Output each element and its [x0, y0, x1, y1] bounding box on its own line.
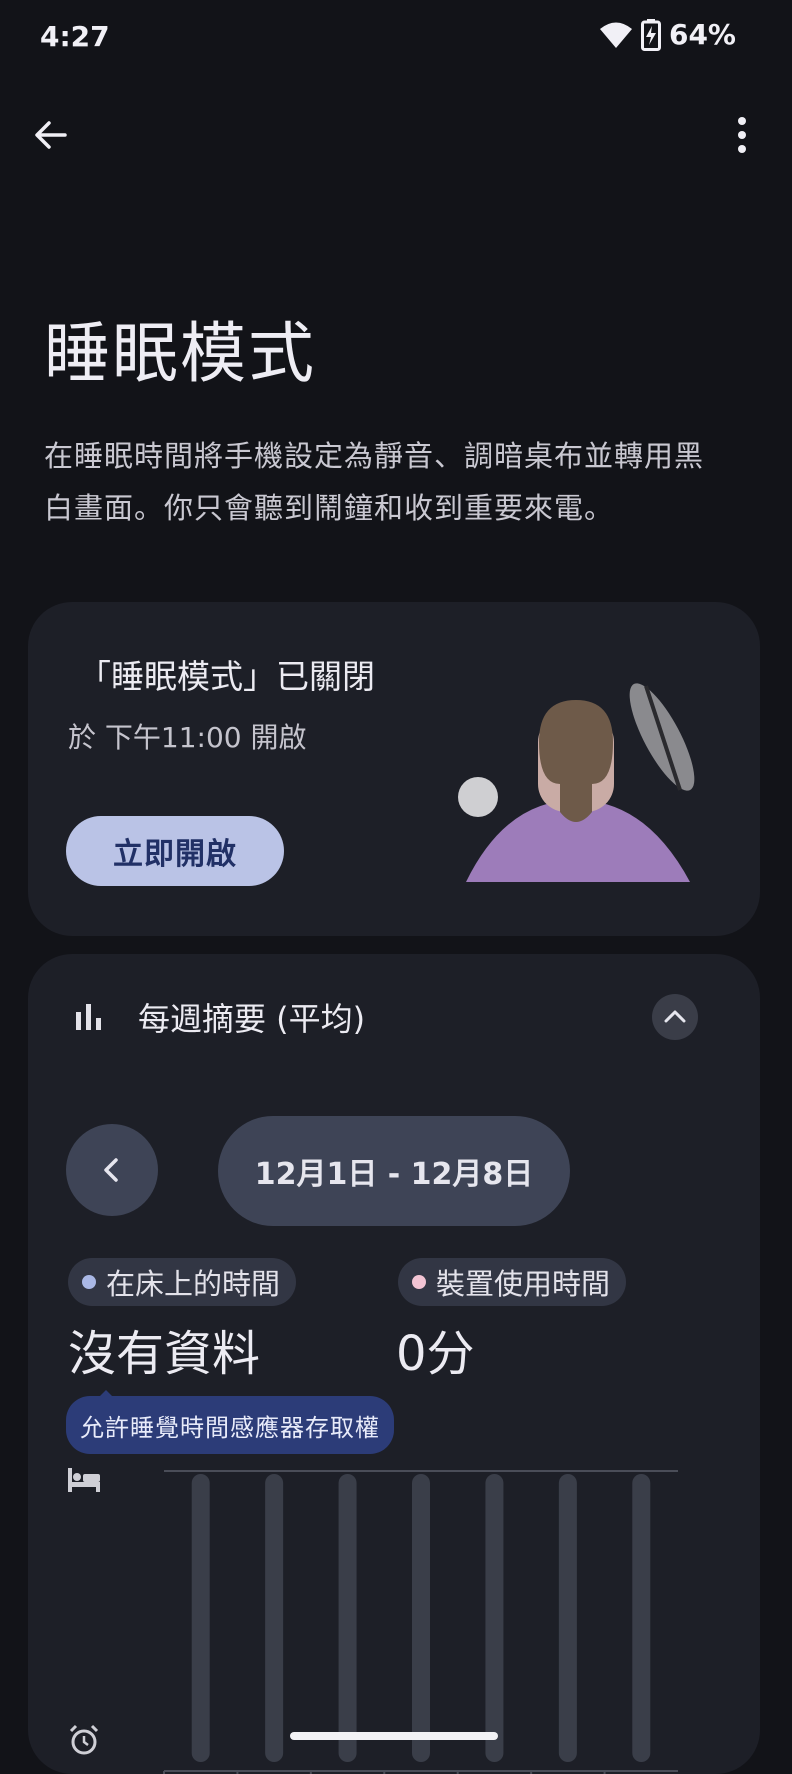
description-line-2: 白畫面。你只會聽到鬧鐘和收到重要來電。 [44, 491, 615, 525]
legend-dot-device [412, 1275, 426, 1289]
home-indicator[interactable] [290, 1732, 498, 1740]
chart-day-track-5 [485, 1474, 504, 1762]
chart-day-track-2 [265, 1474, 284, 1762]
weekly-summary-title: 每週摘要 (平均) [138, 1000, 366, 1038]
battery-charging-icon [640, 18, 661, 51]
alarm-clock-icon [69, 1724, 99, 1755]
chart-day-track-4 [412, 1474, 430, 1762]
battery-percentage: 64% [668, 18, 736, 51]
legend-device-usage: 裝置使用時間 [398, 1258, 627, 1306]
chart-day-track-7 [632, 1474, 651, 1762]
back-arrow-icon[interactable] [28, 112, 74, 158]
chart-day-track-6 [558, 1474, 577, 1762]
time-in-bed-value: 沒有資料 [68, 1326, 261, 1382]
page-title: 睡眠模式 [44, 315, 316, 392]
weekly-summary-card: 每週摘要 (平均) 12月1日 - 12月8日 在床上的時間 裝置使用時間 沒有… [28, 954, 760, 1774]
turn-on-now-button[interactable]: 立即開啟 [66, 816, 284, 886]
page-description: 在睡眠時間將手機設定為靜音、調暗桌布並轉用黑 白畫面。你只會聽到鬧鐘和收到重要來… [44, 430, 754, 534]
description-line-1: 在睡眠時間將手機設定為靜音、調暗桌布並轉用黑 [44, 439, 705, 473]
wifi-icon [599, 22, 632, 48]
legend-label-bed: 在床上的時間 [106, 1267, 281, 1301]
device-usage-value: 0分 [396, 1326, 475, 1382]
status-icons: 64% [599, 18, 736, 51]
legend-dot-bed [82, 1275, 96, 1289]
legend-time-in-bed: 在床上的時間 [68, 1258, 297, 1306]
sleep-mode-status-card: 「睡眠模式」已關閉 於 下午11:00 開啟 立即開啟 [28, 602, 760, 936]
sleep-mode-status-title: 「睡眠模式」已關閉 [78, 657, 375, 696]
status-time: 4:27 [40, 20, 110, 53]
sleep-mode-schedule: 於 下午11:00 開啟 [68, 721, 307, 754]
date-range-selector[interactable]: 12月1日 - 12月8日 [218, 1116, 570, 1226]
chart-day-track-3 [338, 1474, 357, 1762]
previous-week-button[interactable] [66, 1124, 158, 1216]
more-vert-icon[interactable] [724, 112, 760, 158]
sleeping-person-illustration [458, 683, 695, 882]
chevron-up-icon [664, 1010, 686, 1023]
sensor-permission-tooltip[interactable]: 允許睡覺時間感應器存取權 [66, 1396, 394, 1454]
bed-icon [68, 1468, 100, 1492]
bar-chart-icon [76, 1004, 101, 1030]
collapse-button[interactable] [652, 994, 698, 1040]
chevron-left-icon [104, 1158, 118, 1182]
weekly-sleep-chart [163, 1470, 678, 1774]
legend-label-device: 裝置使用時間 [436, 1267, 611, 1301]
chart-day-track-1 [191, 1474, 210, 1762]
